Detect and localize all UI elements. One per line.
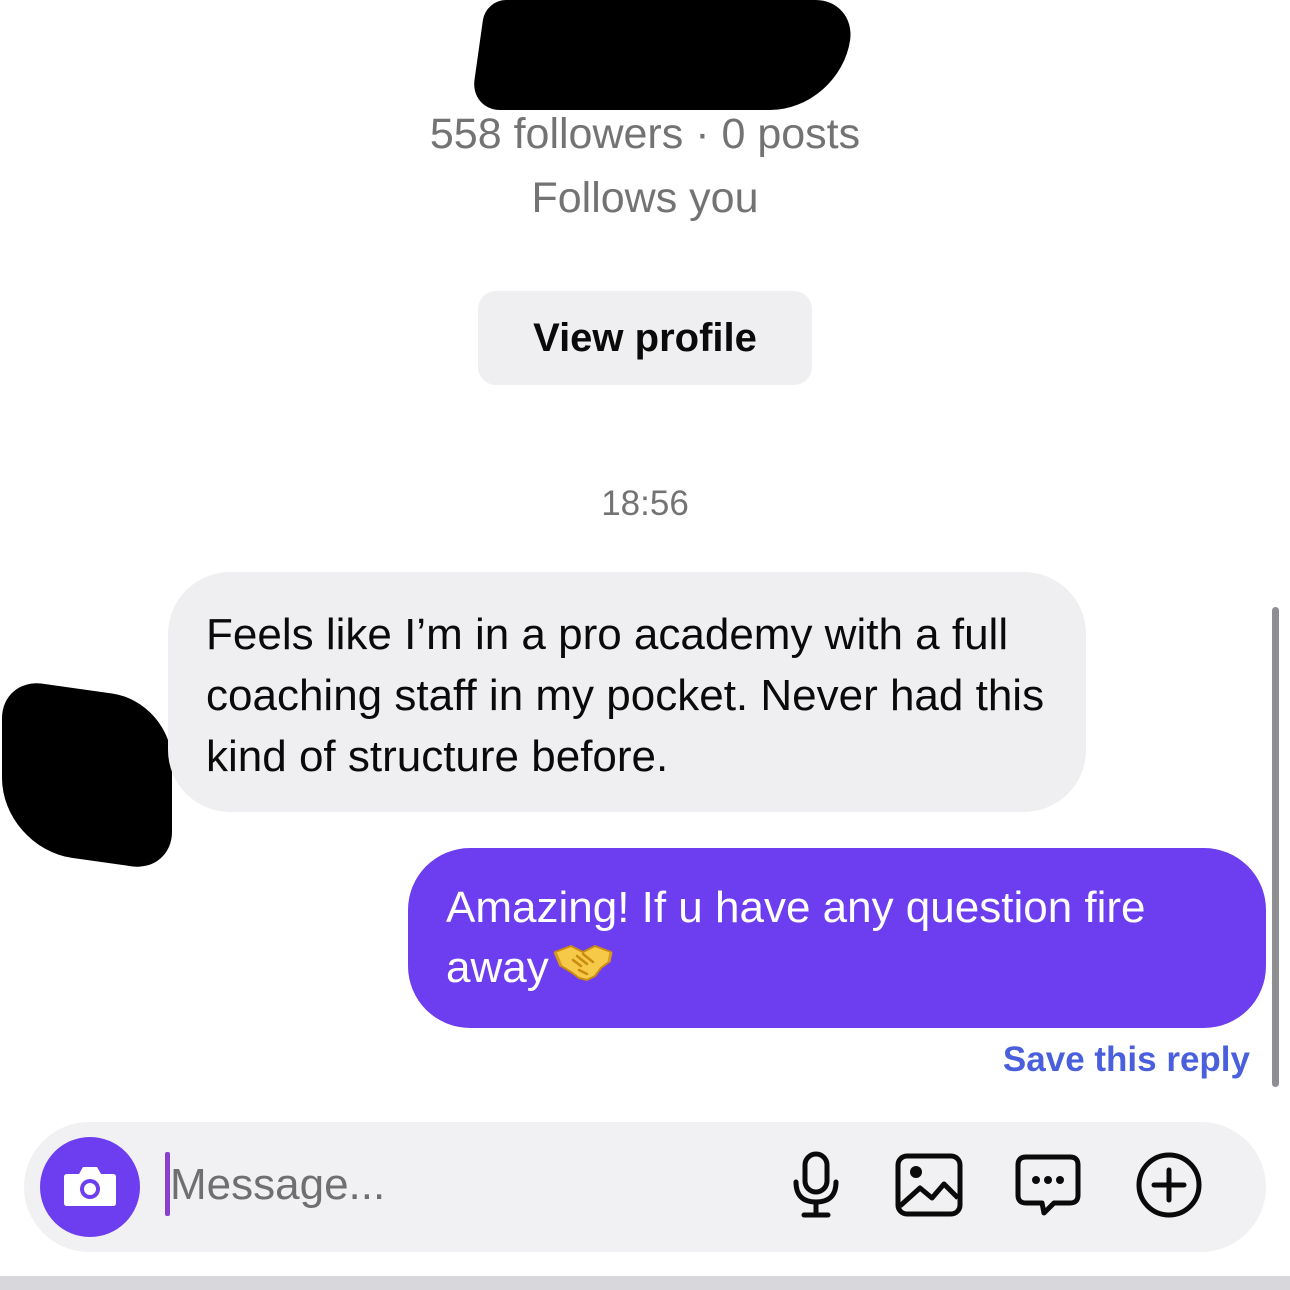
microphone-icon xyxy=(788,1150,844,1225)
message-input[interactable] xyxy=(170,1150,730,1220)
gallery-button[interactable] xyxy=(894,1152,964,1222)
gallery-icon xyxy=(894,1152,964,1223)
dm-thread-screen: 558 followers · 0 posts Follows you View… xyxy=(0,0,1290,1290)
camera-icon xyxy=(61,1160,119,1215)
incoming-message-text: Feels like I’m in a pro academy with a f… xyxy=(206,610,1045,781)
outgoing-message-bubble[interactable]: Amazing! If u have any question fire awa… xyxy=(408,848,1266,1028)
camera-button[interactable] xyxy=(40,1137,140,1237)
incoming-message-bubble[interactable]: Feels like I’m in a pro academy with a f… xyxy=(168,572,1086,812)
chat-bubble-button[interactable] xyxy=(1013,1152,1083,1222)
profile-stats: 558 followers · 0 posts xyxy=(429,110,861,158)
handshake-emoji-icon xyxy=(551,938,615,1002)
follows-you-label: Follows you xyxy=(531,174,759,222)
redacted-username xyxy=(470,0,856,110)
sticker-icon xyxy=(1014,1151,1082,1224)
view-profile-button[interactable]: View profile xyxy=(478,291,812,385)
redacted-avatar xyxy=(2,678,172,872)
bottom-divider xyxy=(0,1276,1290,1290)
scrollbar[interactable] xyxy=(1272,607,1279,1087)
more-options-button[interactable] xyxy=(1134,1152,1204,1222)
save-this-reply-link[interactable]: Save this reply xyxy=(1003,1038,1250,1082)
microphone-button[interactable] xyxy=(781,1150,851,1225)
message-timestamp: 18:56 xyxy=(601,484,689,523)
plus-icon xyxy=(1134,1150,1204,1225)
